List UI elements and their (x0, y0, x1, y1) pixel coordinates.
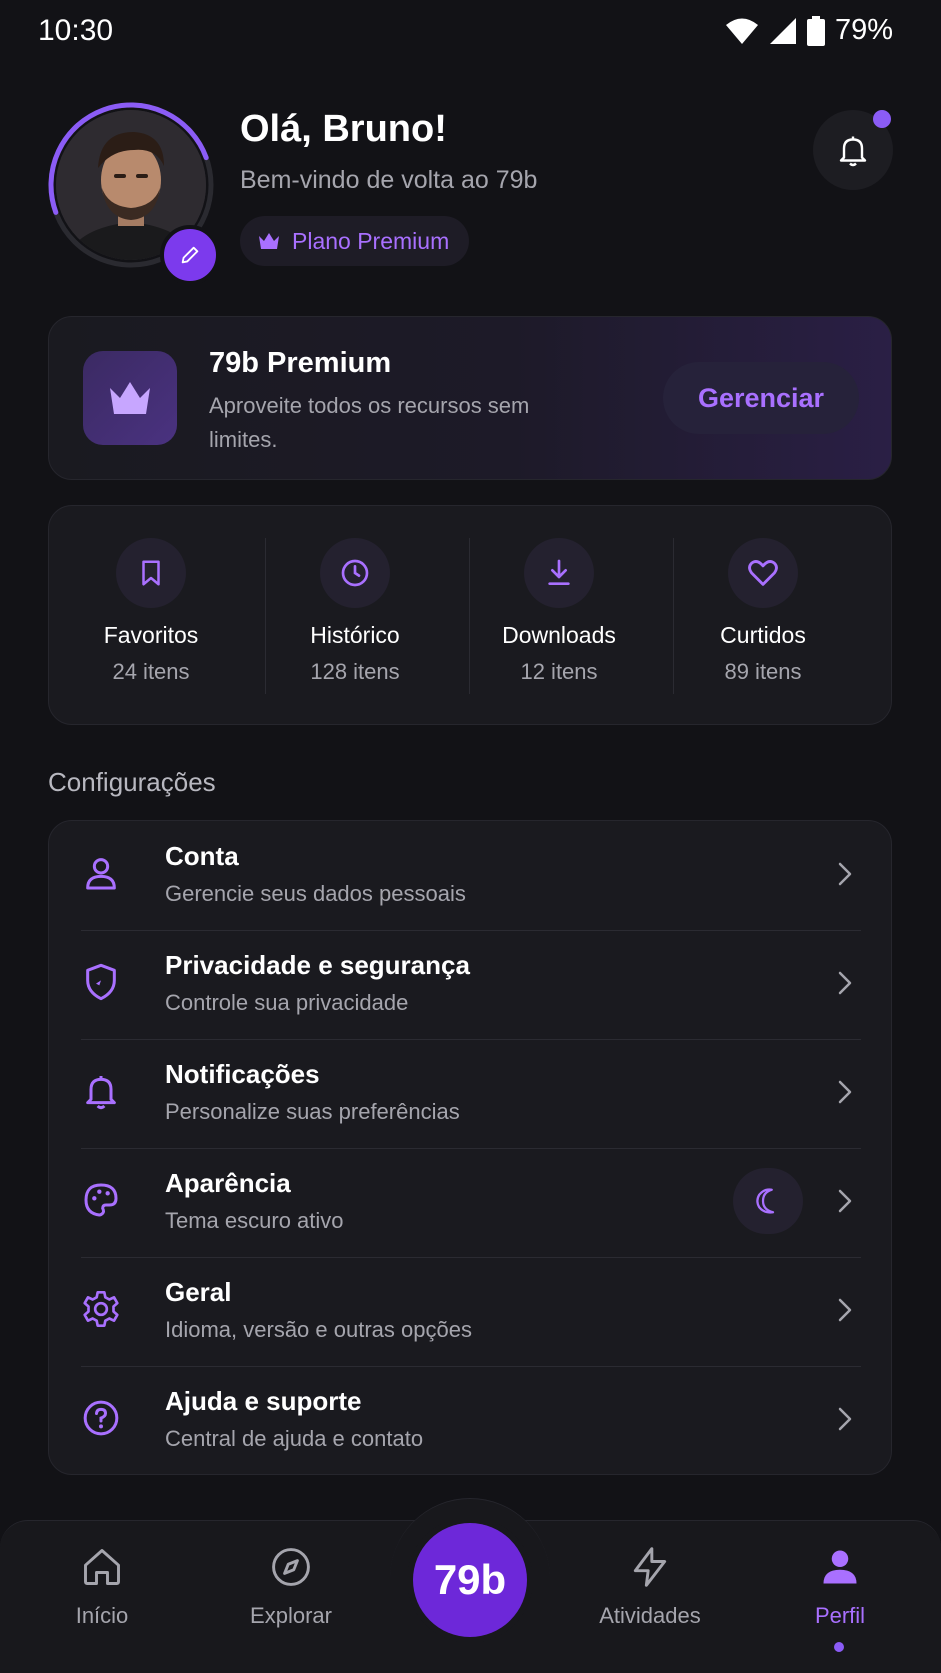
setting-title: Privacidade e segurança (165, 950, 470, 980)
chevron-right-icon (835, 1404, 855, 1434)
edit-avatar-button[interactable] (160, 225, 220, 285)
download-icon (524, 538, 594, 608)
chevron-right-icon (835, 1295, 855, 1325)
help-icon (79, 1396, 123, 1440)
setting-subtitle: Idioma, versão e outras opções (165, 1317, 472, 1342)
bell-icon (79, 1069, 123, 1113)
premium-card: 79b Premium Aproveite todos os recursos … (48, 316, 892, 480)
setting-title: Ajuda e suporte (165, 1386, 362, 1416)
signal-icon (769, 17, 797, 45)
chevron-right-icon (835, 859, 855, 889)
battery-percentage: 79% (834, 14, 893, 46)
plan-badge-label: Plano Premium (292, 227, 450, 254)
nav-activities[interactable]: Atividades (580, 1545, 720, 1629)
chevron-right-icon (835, 1186, 855, 1216)
stat-label: Favoritos (103, 622, 199, 648)
setting-title: Notificações (165, 1059, 320, 1089)
premium-title: 79b Premium (209, 347, 392, 379)
setting-general[interactable]: Geral Idioma, versão e outras opções (49, 1257, 893, 1365)
stat-history[interactable]: Histórico 128 itens (253, 506, 457, 726)
crown-icon (258, 232, 280, 250)
stat-label: Curtidos (720, 622, 806, 648)
dark-mode-toggle[interactable] (733, 1168, 803, 1234)
stat-label: Downloads (502, 622, 616, 648)
lightning-icon (628, 1545, 672, 1589)
wifi-icon (725, 17, 759, 45)
stat-favorites[interactable]: Favoritos 24 itens (49, 506, 253, 726)
user-icon (79, 851, 123, 895)
greeting: Olá, Bruno! (240, 108, 447, 150)
setting-appearance[interactable]: Aparência Tema escuro ativo (49, 1148, 893, 1256)
stat-label: Histórico (310, 622, 400, 648)
nav-label: Perfil (814, 1603, 866, 1628)
stat-count: 89 itens (724, 659, 802, 684)
nav-label: Explorar (250, 1603, 332, 1628)
stat-downloads[interactable]: Downloads 12 itens (457, 506, 661, 726)
chevron-right-icon (835, 1077, 855, 1107)
palette-icon (79, 1178, 123, 1222)
setting-subtitle: Tema escuro ativo (165, 1208, 344, 1233)
stats-card: Favoritos 24 itens Histórico 128 itens D… (48, 505, 892, 725)
setting-subtitle: Personalize suas preferências (165, 1099, 460, 1124)
premium-description: Aproveite todos os recursos sem limites. (209, 393, 530, 452)
setting-title: Conta (165, 841, 239, 871)
manage-subscription-button[interactable]: Gerenciar (663, 362, 859, 434)
crown-icon (108, 380, 152, 416)
shield-icon (79, 960, 123, 1004)
moon-icon (753, 1186, 783, 1216)
heart-icon (728, 538, 798, 608)
clock-icon (320, 538, 390, 608)
status-time: 10:30 (38, 14, 114, 47)
setting-account[interactable]: Conta Gerencie seus dados pessoais (49, 821, 893, 929)
gear-icon (79, 1287, 123, 1331)
stat-count: 24 itens (112, 659, 190, 684)
nav-label: Atividades (599, 1603, 701, 1628)
notification-dot (873, 110, 891, 128)
setting-title: Geral (165, 1277, 232, 1307)
compass-icon (269, 1545, 313, 1589)
bookmark-icon (116, 538, 186, 608)
center-home-button[interactable]: 79b (413, 1523, 527, 1637)
setting-privacy[interactable]: Privacidade e segurança Controle sua pri… (49, 930, 893, 1038)
setting-subtitle: Gerencie seus dados pessoais (165, 881, 466, 906)
status-bar: 10:30 79% (0, 0, 941, 66)
settings-list: Conta Gerencie seus dados pessoais Priva… (48, 820, 892, 1475)
nav-explore[interactable]: Explorar (221, 1545, 361, 1629)
plan-badge: Plano Premium (240, 216, 470, 266)
home-icon (80, 1545, 124, 1589)
stat-liked[interactable]: Curtidos 89 itens (661, 506, 865, 726)
bell-icon (835, 132, 871, 168)
nav-label: Início (75, 1603, 129, 1628)
chevron-right-icon (835, 968, 855, 998)
profile-icon (818, 1545, 862, 1589)
stat-count: 12 itens (520, 659, 598, 684)
welcome-text: Bem-vindo de volta ao 79b (240, 166, 538, 194)
section-title: Configurações (48, 767, 216, 797)
active-indicator (834, 1642, 844, 1652)
battery-icon (806, 15, 825, 46)
setting-notifications[interactable]: Notificações Personalize suas preferênci… (49, 1039, 893, 1147)
premium-crown-box (83, 351, 177, 445)
nav-profile[interactable]: Perfil (770, 1545, 910, 1629)
setting-help[interactable]: Ajuda e suporte Central de ajuda e conta… (49, 1366, 893, 1474)
setting-subtitle: Controle sua privacidade (165, 990, 409, 1015)
setting-subtitle: Central de ajuda e contato (165, 1426, 424, 1451)
status-icons: 79% (725, 14, 893, 47)
nav-home[interactable]: Início (32, 1545, 172, 1629)
pencil-icon (179, 244, 201, 266)
setting-title: Aparência (165, 1168, 291, 1198)
stat-count: 128 itens (310, 659, 400, 684)
